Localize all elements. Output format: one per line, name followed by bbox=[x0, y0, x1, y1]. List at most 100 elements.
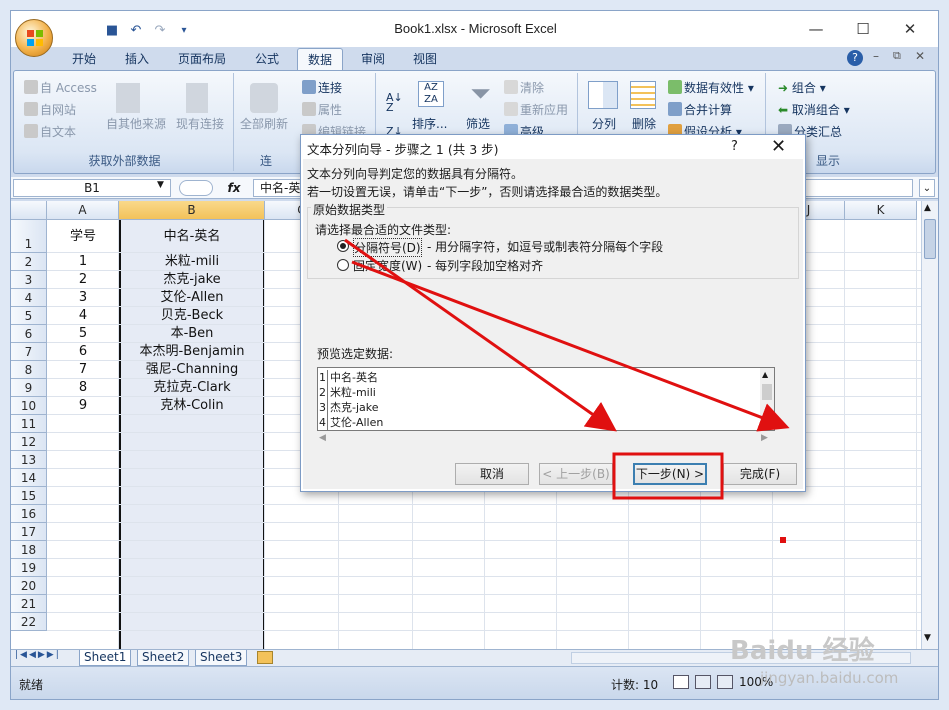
cell-a6[interactable]: 5 bbox=[47, 325, 119, 343]
cell-a5[interactable]: 4 bbox=[47, 307, 119, 325]
cell-b8[interactable]: 强尼-Channing bbox=[119, 361, 265, 379]
sort-button[interactable]: 排序... bbox=[412, 115, 447, 132]
row-header-11[interactable]: 11 bbox=[11, 415, 47, 433]
row-header-13[interactable]: 13 bbox=[11, 451, 47, 469]
cell-a1[interactable]: 学号 bbox=[47, 220, 119, 253]
delimited-label[interactable]: 分隔符号(D) bbox=[353, 238, 422, 257]
from-text-button[interactable]: 自文本 bbox=[24, 123, 76, 140]
vertical-scrollbar[interactable]: ▲ ▼ bbox=[921, 201, 938, 649]
tab-review[interactable]: 审阅 bbox=[351, 48, 395, 71]
tab-data[interactable]: 数据 bbox=[297, 48, 343, 71]
cell-b7[interactable]: 本杰明-Benjamin bbox=[119, 343, 265, 361]
cell-b2[interactable]: 米粒-mili bbox=[119, 253, 265, 271]
row-header-14[interactable]: 14 bbox=[11, 469, 47, 487]
name-box-dropdown-icon[interactable]: ▼ bbox=[157, 180, 164, 190]
other-sources-button[interactable]: 自其他来源 bbox=[106, 115, 166, 132]
column-header-a[interactable]: A bbox=[47, 201, 119, 220]
cell-b3[interactable]: 杰克-jake bbox=[119, 271, 265, 289]
sheet-tab-sheet2[interactable]: Sheet2 bbox=[137, 650, 190, 666]
existing-connections-button[interactable]: 现有连接 bbox=[176, 115, 224, 132]
cell-a2[interactable]: 1 bbox=[47, 253, 119, 271]
close-button[interactable]: ✕ bbox=[893, 17, 927, 41]
row-header-5[interactable]: 5 bbox=[11, 307, 47, 325]
fixed-width-label[interactable]: 固定宽度(W) bbox=[353, 257, 422, 274]
ungroup-button[interactable]: ⬅ 取消组合 ▾ bbox=[778, 101, 850, 118]
cell-a3[interactable]: 2 bbox=[47, 271, 119, 289]
cancel-button[interactable]: 取消 bbox=[455, 463, 529, 485]
preview-hscroll[interactable]: ◀ ▶ bbox=[317, 433, 775, 443]
row-header-21[interactable]: 21 bbox=[11, 595, 47, 613]
preview-vscroll[interactable]: ▲ ▼ bbox=[760, 368, 774, 430]
formula-bar-handle[interactable] bbox=[179, 180, 213, 196]
remove-duplicates-button[interactable]: 删除 bbox=[632, 115, 656, 132]
tab-page-layout[interactable]: 页面布局 bbox=[167, 48, 237, 71]
data-validation-button[interactable]: 数据有效性 ▾ bbox=[668, 79, 754, 96]
cell-a9[interactable]: 8 bbox=[47, 379, 119, 397]
refresh-all-button[interactable]: 全部刷新 bbox=[240, 115, 288, 132]
ribbon-minimize-icon[interactable]: – bbox=[873, 49, 879, 63]
connections-button[interactable]: 连接 bbox=[302, 79, 342, 96]
sheet-tab-sheet1[interactable]: Sheet1 bbox=[79, 650, 132, 666]
cell-b4[interactable]: 艾伦-Allen bbox=[119, 289, 265, 307]
tab-insert[interactable]: 插入 bbox=[115, 48, 159, 71]
row-header-9[interactable]: 9 bbox=[11, 379, 47, 397]
insert-sheet-icon[interactable] bbox=[257, 651, 273, 664]
consolidate-button[interactable]: 合并计算 bbox=[668, 101, 732, 118]
column-header-k[interactable]: K bbox=[845, 201, 917, 220]
page-break-view-icon[interactable] bbox=[717, 675, 733, 689]
row-header-16[interactable]: 16 bbox=[11, 505, 47, 523]
scroll-down-icon[interactable]: ▼ bbox=[924, 633, 931, 643]
properties-button[interactable]: 属性 bbox=[302, 101, 342, 118]
tab-home[interactable]: 开始 bbox=[59, 48, 109, 71]
cell-b5[interactable]: 贝克-Beck bbox=[119, 307, 265, 325]
select-all-corner[interactable] bbox=[11, 201, 47, 220]
row-header-4[interactable]: 4 bbox=[11, 289, 47, 307]
row-header-22[interactable]: 22 bbox=[11, 613, 47, 631]
cell-a8[interactable]: 7 bbox=[47, 361, 119, 379]
sheet-nav-icon[interactable]: |◀◀▶▶| bbox=[15, 650, 61, 660]
tab-formulas[interactable]: 公式 bbox=[245, 48, 289, 71]
column-header-b[interactable]: B bbox=[119, 201, 265, 220]
back-button[interactable]: < 上一步(B) bbox=[539, 463, 613, 485]
cell-a7[interactable]: 6 bbox=[47, 343, 119, 361]
data-preview-box[interactable]: 1 中名-英名 2 米粒-mili 3 杰克-jake 4 艾伦-Allen ▲ ▼ bbox=[317, 367, 775, 431]
dialog-help-button[interactable]: ? bbox=[731, 139, 738, 154]
delimited-radio[interactable] bbox=[337, 240, 349, 252]
row-header-2[interactable]: 2 bbox=[11, 253, 47, 271]
help-icon[interactable]: ? bbox=[847, 50, 863, 66]
page-layout-view-icon[interactable] bbox=[695, 675, 711, 689]
clear-button[interactable]: 清除 bbox=[504, 79, 544, 96]
row-header-8[interactable]: 8 bbox=[11, 361, 47, 379]
scroll-thumb[interactable] bbox=[924, 219, 936, 259]
ribbon-restore-icon[interactable]: ⧉ bbox=[893, 49, 901, 63]
cell-a10[interactable]: 9 bbox=[47, 397, 119, 415]
name-box[interactable]: B1 bbox=[13, 179, 171, 197]
sort-ascending-icon[interactable]: A↓ Z bbox=[386, 92, 403, 113]
maximize-button[interactable]: ☐ bbox=[846, 17, 880, 41]
row-header-19[interactable]: 19 bbox=[11, 559, 47, 577]
ribbon-close-icon[interactable]: ✕ bbox=[915, 49, 925, 63]
row-header-15[interactable]: 15 bbox=[11, 487, 47, 505]
cell-b1[interactable]: 中名-英名 bbox=[119, 220, 265, 253]
fixed-width-radio[interactable] bbox=[337, 259, 349, 271]
dialog-close-button[interactable]: ✕ bbox=[771, 136, 786, 157]
insert-function-button[interactable]: fx bbox=[221, 179, 247, 197]
office-button[interactable] bbox=[15, 19, 53, 57]
reapply-button[interactable]: 重新应用 bbox=[504, 101, 568, 118]
from-access-button[interactable]: 自 Access bbox=[24, 79, 97, 96]
row-header-18[interactable]: 18 bbox=[11, 541, 47, 559]
next-button[interactable]: 下一步(N) > bbox=[633, 463, 707, 485]
row-header-20[interactable]: 20 bbox=[11, 577, 47, 595]
normal-view-icon[interactable] bbox=[673, 675, 689, 689]
scroll-up-icon[interactable]: ▲ bbox=[924, 203, 931, 213]
from-web-button[interactable]: 自网站 bbox=[24, 101, 76, 118]
cell-a4[interactable]: 3 bbox=[47, 289, 119, 307]
row-header-3[interactable]: 3 bbox=[11, 271, 47, 289]
preview-scroll-left-icon[interactable]: ◀ bbox=[319, 433, 326, 443]
minimize-button[interactable]: — bbox=[799, 17, 833, 41]
finish-button[interactable]: 完成(F) bbox=[723, 463, 797, 485]
text-to-columns-button[interactable]: 分列 bbox=[592, 115, 616, 132]
preview-scroll-thumb[interactable] bbox=[762, 384, 772, 400]
row-header-17[interactable]: 17 bbox=[11, 523, 47, 541]
cell-b9[interactable]: 克拉克-Clark bbox=[119, 379, 265, 397]
